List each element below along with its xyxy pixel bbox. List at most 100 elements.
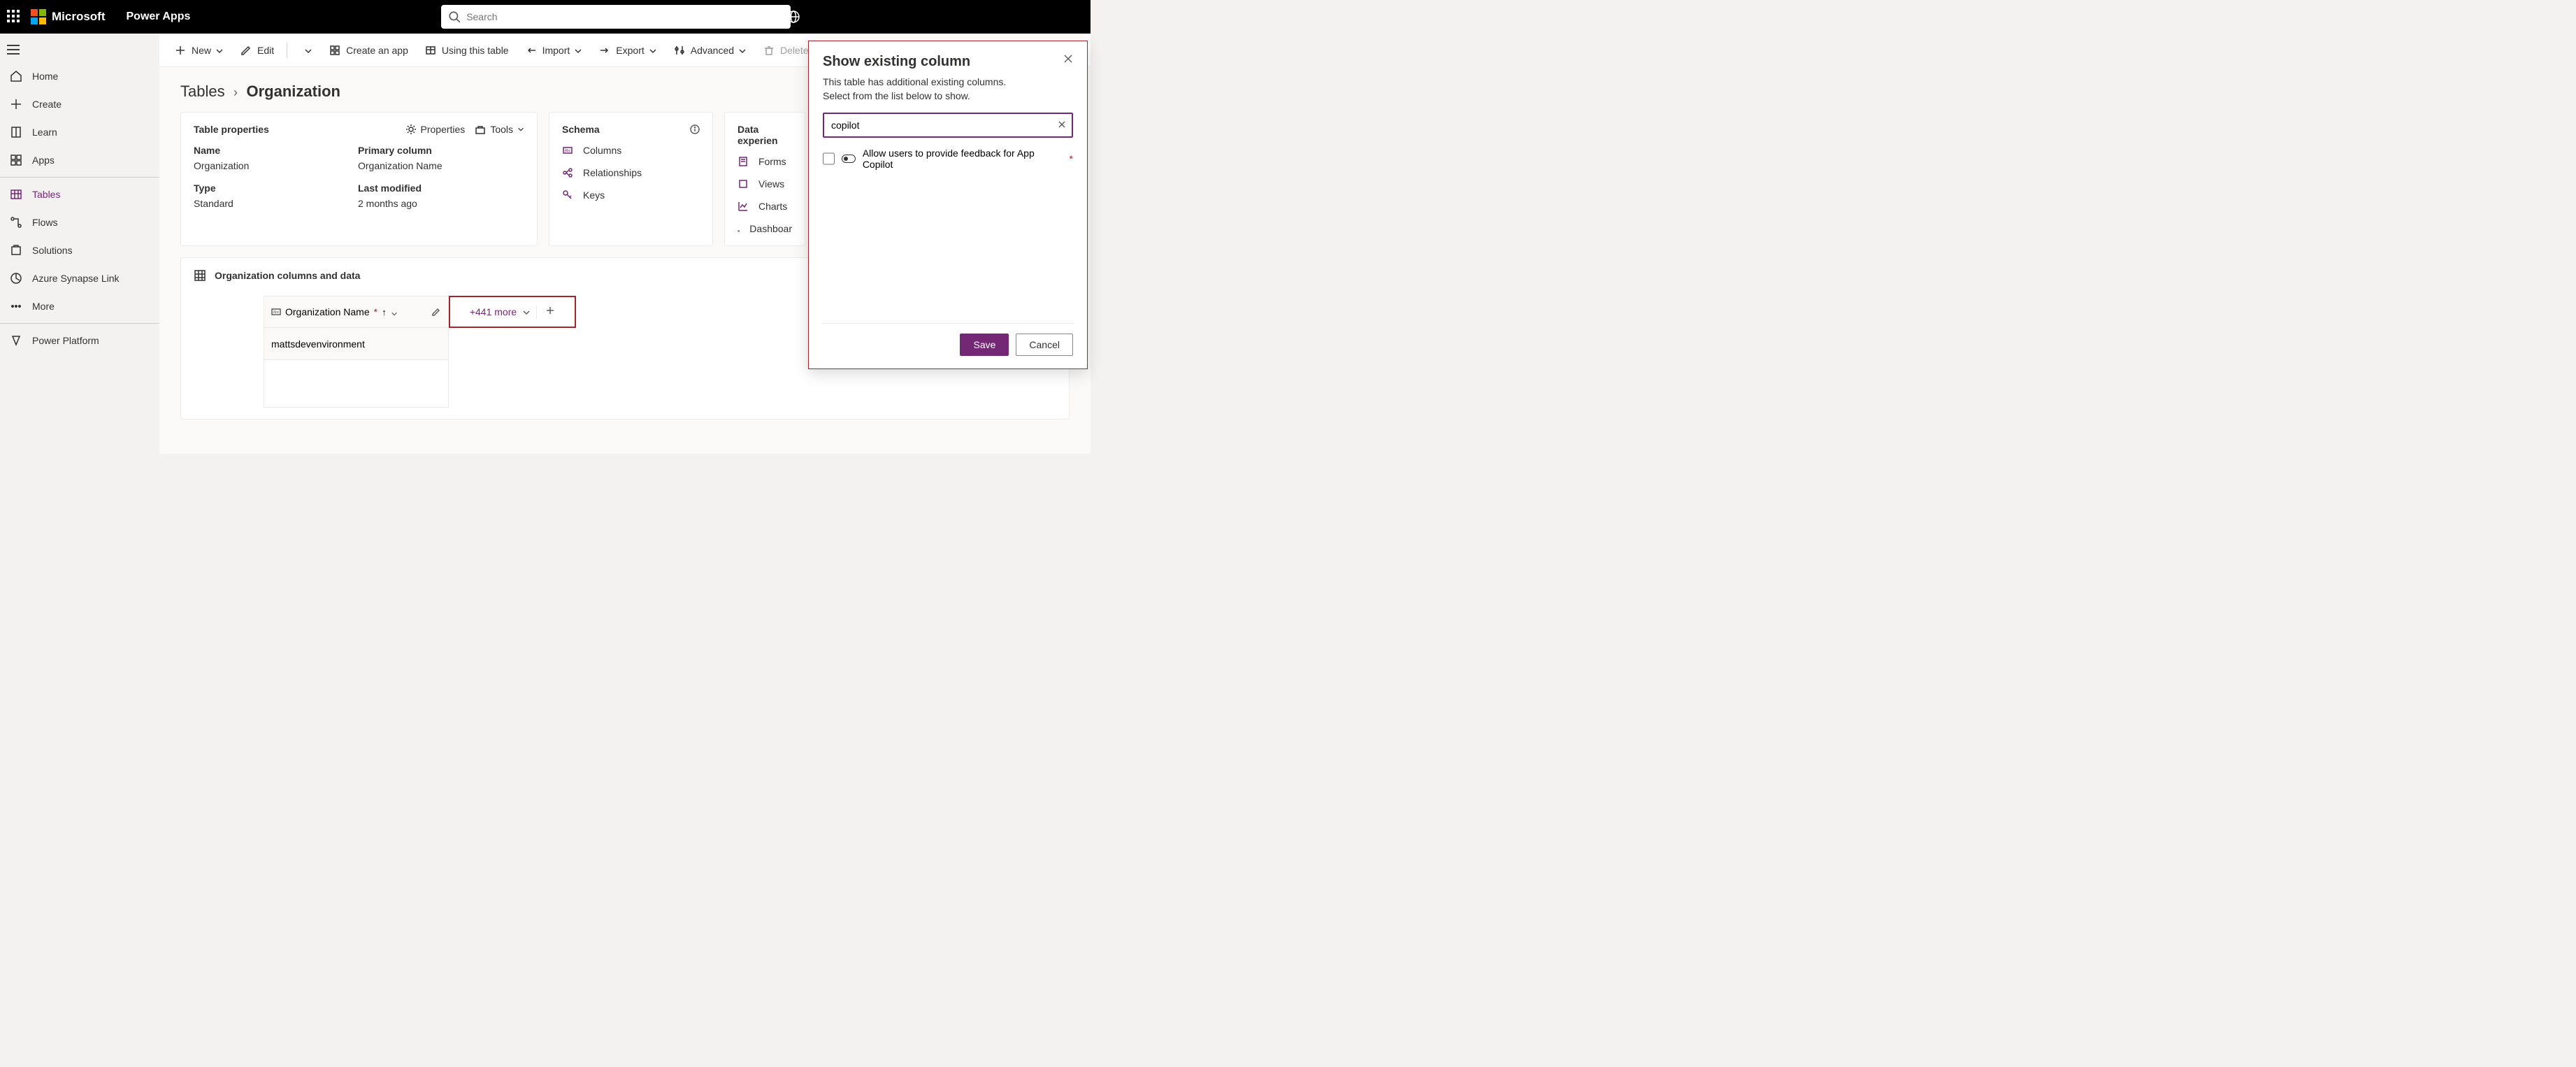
app-icon xyxy=(329,45,340,56)
data-exp-label: Dashboar xyxy=(749,223,792,234)
card-data-experiences: Data experien Forms Views Charts Dashbo xyxy=(724,112,805,246)
breadcrumb-parent[interactable]: Tables xyxy=(180,83,225,100)
save-button[interactable]: Save xyxy=(960,334,1009,356)
clear-search-icon[interactable] xyxy=(1058,120,1066,131)
views-icon xyxy=(737,178,749,189)
nav-power-platform[interactable]: Power Platform xyxy=(0,327,159,355)
flyout-search[interactable] xyxy=(823,113,1073,138)
prop-modified-label: Last modified xyxy=(358,182,524,194)
data-exp-views[interactable]: Views xyxy=(737,178,792,189)
pencil-icon[interactable] xyxy=(431,307,441,317)
flyout-title: Show existing column xyxy=(823,54,970,70)
data-cell[interactable]: mattsdevenvironment xyxy=(264,328,449,360)
nav-home[interactable]: Home xyxy=(0,62,159,90)
cmd-label: Advanced xyxy=(691,45,734,56)
nav-tables[interactable]: Tables xyxy=(0,180,159,208)
main-area: New Edit Create an app Using this table … xyxy=(159,34,1091,454)
more-columns-link[interactable]: +441 more xyxy=(470,306,517,317)
nav-more[interactable]: More xyxy=(0,292,159,320)
search-input[interactable] xyxy=(441,5,791,29)
chevron-down-icon xyxy=(304,46,312,55)
card-title: Schema xyxy=(562,124,600,135)
breadcrumb-current: Organization xyxy=(247,83,340,100)
cmd-label: Create an app xyxy=(346,45,408,56)
cmd-label: Edit xyxy=(257,45,274,56)
cmd-create-app[interactable]: Create an app xyxy=(322,41,415,60)
column-header-org-name[interactable]: Abc Organization Name* ↑ xyxy=(264,296,449,328)
plus-icon xyxy=(175,45,186,56)
microsoft-logo-icon xyxy=(31,9,46,24)
tables-icon xyxy=(10,188,22,201)
data-exp-dashboards[interactable]: Dashboar xyxy=(737,223,792,234)
cmd-export[interactable]: Export xyxy=(592,41,663,60)
toggle-icon xyxy=(842,155,855,163)
brand-name: Microsoft xyxy=(52,10,106,24)
nav-synapse[interactable]: Azure Synapse Link xyxy=(0,264,159,292)
cell-value: mattsdevenvironment xyxy=(271,338,365,350)
close-button[interactable] xyxy=(1063,54,1073,67)
schema-keys[interactable]: Keys xyxy=(562,189,700,201)
nav-label: Home xyxy=(32,71,58,82)
flyout-column-option[interactable]: Allow users to provide feedback for App … xyxy=(823,148,1073,170)
cmd-import[interactable]: Import xyxy=(519,41,590,60)
cmd-edit[interactable]: Edit xyxy=(233,41,281,60)
nav-label: Tables xyxy=(32,189,60,200)
schema-relationships[interactable]: Relationships xyxy=(562,167,700,178)
chevron-down-icon[interactable] xyxy=(391,308,398,315)
tools-button[interactable]: Tools xyxy=(475,124,524,135)
cmd-new[interactable]: New xyxy=(168,41,231,60)
schema-columns[interactable]: Abc Columns xyxy=(562,145,700,156)
cancel-button[interactable]: Cancel xyxy=(1016,334,1073,356)
info-icon[interactable] xyxy=(690,124,700,134)
empty-cell[interactable] xyxy=(264,360,449,408)
cmd-edit-dropdown[interactable] xyxy=(293,42,319,59)
data-exp-forms[interactable]: Forms xyxy=(737,156,792,167)
keys-icon xyxy=(562,189,573,201)
schema-label: Relationships xyxy=(583,167,642,178)
nav-learn[interactable]: Learn xyxy=(0,118,159,146)
action-label: Properties xyxy=(421,124,466,135)
chevron-down-icon xyxy=(574,46,582,55)
text-field-icon: Abc xyxy=(271,307,281,317)
cmd-delete[interactable]: Delete xyxy=(756,41,815,60)
required-asterisk: * xyxy=(374,306,377,317)
hamburger-icon[interactable] xyxy=(0,34,159,62)
svg-text:Abc: Abc xyxy=(273,310,280,315)
plus-icon xyxy=(10,98,22,110)
toolbox-icon xyxy=(475,124,486,135)
globe-icon[interactable] xyxy=(786,10,800,24)
table-grid-icon xyxy=(194,269,206,282)
properties-button[interactable]: Properties xyxy=(405,124,466,135)
flyout-search-input[interactable] xyxy=(824,114,1072,136)
nav-create[interactable]: Create xyxy=(0,90,159,118)
nav-divider xyxy=(0,323,159,324)
app-launcher-icon[interactable] xyxy=(7,10,21,24)
nav-flows[interactable]: Flows xyxy=(0,208,159,236)
nav-label: Learn xyxy=(32,127,57,138)
card-title: Table properties xyxy=(194,124,269,135)
columns-data-title: Organization columns and data xyxy=(215,270,360,281)
cmd-using-table[interactable]: Using this table xyxy=(418,41,516,60)
nav-apps[interactable]: Apps xyxy=(0,146,159,174)
data-exp-label: Charts xyxy=(758,201,787,212)
card-table-properties: Table properties Properties Tools Name P… xyxy=(180,112,538,246)
more-icon xyxy=(10,300,22,313)
nav-label: Power Platform xyxy=(32,335,99,346)
cmd-advanced[interactable]: Advanced xyxy=(667,41,754,60)
nav-label: More xyxy=(32,301,55,312)
chevron-down-icon[interactable] xyxy=(522,308,531,316)
left-nav: Home Create Learn Apps Tables Flows Solu… xyxy=(0,34,159,454)
add-column-button[interactable] xyxy=(536,306,555,319)
action-label: Tools xyxy=(490,124,513,135)
gear-icon xyxy=(405,124,417,135)
nav-label: Azure Synapse Link xyxy=(32,273,120,284)
nav-solutions[interactable]: Solutions xyxy=(0,236,159,264)
data-exp-charts[interactable]: Charts xyxy=(737,201,792,212)
required-asterisk: * xyxy=(1070,153,1073,164)
data-exp-label: Views xyxy=(758,178,784,189)
sort-asc-icon: ↑ xyxy=(382,307,387,317)
column-checkbox[interactable] xyxy=(823,152,835,165)
schema-label: Columns xyxy=(583,145,621,156)
global-search[interactable] xyxy=(441,5,791,29)
prop-primary-value: Organization Name xyxy=(358,160,524,171)
